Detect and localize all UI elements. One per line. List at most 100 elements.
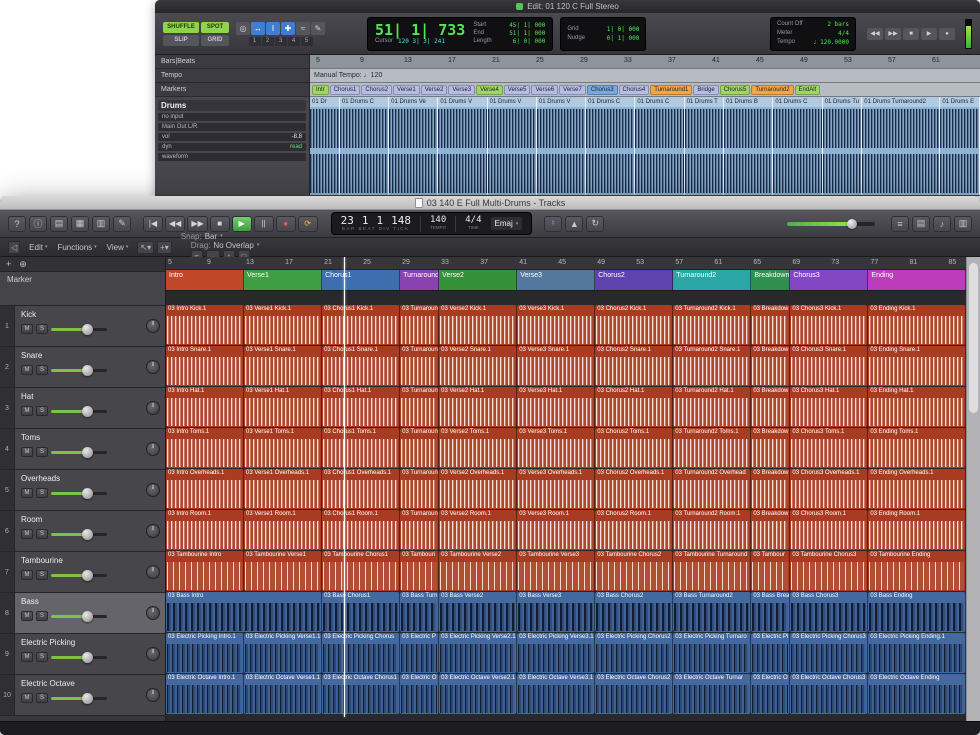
pencil-tool-icon[interactable]: ✎ <box>311 22 325 35</box>
volume-knob[interactable] <box>82 570 93 581</box>
region[interactable]: 03 Verse2 Overheads.1 <box>439 469 517 509</box>
region[interactable]: 03 Tambourine Verse1 <box>244 551 322 591</box>
region[interactable]: 03 Electric Octave Turnar <box>673 674 751 714</box>
region[interactable]: 03 Ending Overheads.1 <box>868 469 966 509</box>
track-header-toms[interactable]: 4TomsMS <box>0 429 165 470</box>
region[interactable]: 03 Verse1 Snare.1 <box>244 346 322 386</box>
region[interactable]: 03 Turnaroun <box>400 387 439 427</box>
volume-knob[interactable] <box>82 324 93 335</box>
protools-title-bar[interactable]: Edit: 01 120 C Full Stereo <box>155 0 980 13</box>
note-pads-icon[interactable]: ▤ <box>912 216 930 232</box>
region[interactable]: 03 Electric Picking Verse1.1 <box>244 633 322 673</box>
time-signature-display[interactable]: 4/4 TIME <box>465 216 481 231</box>
add-track-button[interactable]: + <box>6 259 11 269</box>
edit-mode-shuffle-button[interactable]: SHUFFLE <box>163 22 199 33</box>
region[interactable]: 03 Intro Hat.1 <box>166 387 244 427</box>
solo-button[interactable]: S <box>36 529 48 539</box>
region[interactable]: 03 Ending Kick.1 <box>868 305 966 345</box>
audio-region[interactable]: 01 Drums Tu <box>823 97 863 195</box>
region[interactable]: 03 Breakdow <box>751 510 790 550</box>
pt-marker-chorus2[interactable]: Chorus2 <box>361 85 392 95</box>
volume-knob[interactable] <box>82 611 93 622</box>
solo-button[interactable]: S <box>36 570 48 580</box>
lcd-display[interactable]: 23 1 1 148 BAR BEAT DIV TICK 140 TEMPO 4… <box>331 212 533 235</box>
track-header-overheads[interactable]: 5OverheadsMS <box>0 470 165 511</box>
pt-marker-endalt[interactable]: EndAlt <box>795 85 821 95</box>
region[interactable]: 03 Tambourine Ending <box>868 551 966 591</box>
region[interactable]: 03 Electric Pi <box>751 633 790 673</box>
region[interactable]: 03 Electric Picking Verse3.1 <box>517 633 595 673</box>
region[interactable]: 03 Turnaround2 Snare.1 <box>673 346 751 386</box>
audio-region[interactable]: 01 Drums C <box>635 97 684 195</box>
track-view-selector[interactable]: waveform <box>162 154 188 160</box>
region[interactable]: 03 Verse2 Room.1 <box>439 510 517 550</box>
zoom-tool-icon[interactable]: ◎ <box>236 22 250 35</box>
pt-marker-turnaround1[interactable]: Turnaround1 <box>650 85 692 95</box>
region[interactable]: 03 Verse2 Hat.1 <box>439 387 517 427</box>
region[interactable]: 03 Verse3 Snare.1 <box>517 346 595 386</box>
bars-ruler[interactable]: 5913172125293337414549535761 <box>310 55 980 69</box>
pt-play-icon[interactable]: ▶ <box>921 28 937 40</box>
region[interactable]: 03 Bass Chorus3 <box>790 592 868 632</box>
track-header-room[interactable]: 6RoomMS <box>0 511 165 552</box>
audio-region[interactable]: 01 Drums Ve <box>389 97 438 195</box>
region[interactable]: 03 Breakdow <box>751 387 790 427</box>
solo-button[interactable]: S <box>36 324 48 334</box>
drag-dropdown[interactable]: Drag: No Overlap ▾ <box>191 241 260 250</box>
stop-button[interactable]: ■ <box>210 216 230 232</box>
region[interactable]: 03 Turnaround2 Kick.1 <box>673 305 751 345</box>
audio-region[interactable]: 01 Drums T <box>685 97 725 195</box>
region[interactable]: 03 Verse3 Room.1 <box>517 510 595 550</box>
region[interactable]: 03 Chorus1 Hat.1 <box>322 387 400 427</box>
track-volume-slider[interactable] <box>51 656 107 659</box>
tempo-display[interactable]: 140 TEMPO <box>430 216 446 231</box>
track-volume-slider[interactable] <box>51 697 107 700</box>
track-header-tambourine[interactable]: 7TambourineMS <box>0 552 165 593</box>
region[interactable]: 03 Electric Picking Chorus2 <box>595 633 673 673</box>
grab-tool-icon[interactable]: ✚ <box>281 22 295 35</box>
region[interactable]: 03 Electric Picking Chorus3 <box>790 633 868 673</box>
lane-head-markers[interactable]: Markers <box>155 83 310 97</box>
pt-marker-verse6[interactable]: Verse6 <box>531 85 558 95</box>
drums-track-name[interactable]: Drums <box>158 100 306 111</box>
region[interactable]: 03 Tambour <box>751 551 790 591</box>
region[interactable]: 03 Turnaroun <box>400 469 439 509</box>
region[interactable]: 03 Electric P <box>400 633 439 673</box>
drums-track-header[interactable]: Drums no input Main Out L/R vol-8.8 dynr… <box>155 97 310 195</box>
zoom-preset-2-button[interactable]: 2 <box>262 37 274 46</box>
list-editors-icon[interactable]: ≡ <box>891 216 909 232</box>
toolbar-icon[interactable]: ▤ <box>50 216 68 232</box>
track-header-hat[interactable]: 3HatMS <box>0 388 165 429</box>
edit-mode-spot-button[interactable]: SPOT <box>201 22 229 33</box>
region[interactable]: 03 Turnaround2 Hat.1 <box>673 387 751 427</box>
arrangement-section-verse2[interactable]: Verse2 <box>439 270 517 290</box>
audio-region[interactable]: 01 Dr <box>310 97 340 195</box>
mute-button[interactable]: M <box>21 447 33 457</box>
pan-knob[interactable] <box>146 647 160 661</box>
region[interactable]: 03 Chorus2 Overheads.1 <box>595 469 673 509</box>
arrangement-section-chorus3[interactable]: Chorus3 <box>790 270 868 290</box>
playhead[interactable] <box>344 257 345 717</box>
smart-controls-icon[interactable]: ▦ <box>71 216 89 232</box>
region[interactable]: 03 Chorus1 Kick.1 <box>322 305 400 345</box>
track-header-kick[interactable]: 1KickMS <box>0 306 165 347</box>
left-click-tool-selector[interactable]: ↖▾ <box>137 241 154 254</box>
solo-button[interactable]: S <box>36 447 48 457</box>
region[interactable]: 03 Electric O <box>751 674 790 714</box>
pause-button[interactable]: || <box>254 216 274 232</box>
metronome-icon[interactable]: ▲ <box>565 216 583 232</box>
region[interactable]: 03 Verse1 Kick.1 <box>244 305 322 345</box>
region[interactable]: 03 Tambourine Chorus2 <box>595 551 673 591</box>
pt-stop-icon[interactable]: ■ <box>903 28 919 40</box>
zoom-preset-5-button[interactable]: 5 <box>301 37 313 46</box>
region[interactable]: 03 Tambourine Intro <box>166 551 244 591</box>
region[interactable]: 03 Electric Picking Intro.1 <box>166 633 244 673</box>
region[interactable]: 03 Chorus2 Snare.1 <box>595 346 673 386</box>
region[interactable]: 03 Ending Snare.1 <box>868 346 966 386</box>
mute-button[interactable]: M <box>21 611 33 621</box>
region[interactable]: 03 Bass Turnaround2 <box>673 592 751 632</box>
region[interactable]: 03 Turnaround2 Room.1 <box>673 510 751 550</box>
region[interactable]: 03 Tambourine Chorus1 <box>322 551 400 591</box>
edit-mode-grid-button[interactable]: GRID <box>201 35 229 46</box>
mute-button[interactable]: M <box>21 529 33 539</box>
